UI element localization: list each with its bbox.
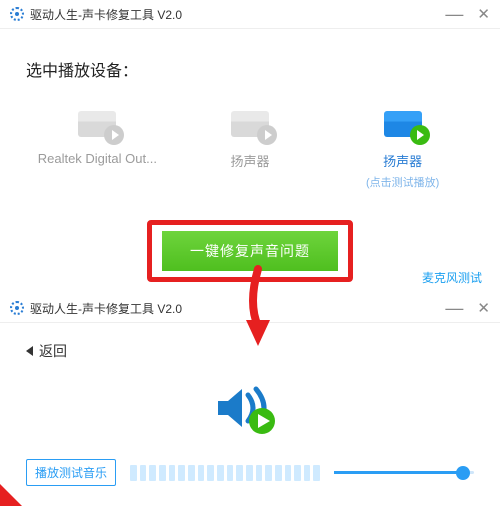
tutorial-highlight: 一键修复声音问题 <box>147 220 353 282</box>
volume-slider[interactable] <box>334 471 474 474</box>
device-sublabel: (点击测试播放) <box>366 174 439 190</box>
play-icon <box>104 125 124 145</box>
play-icon <box>410 125 430 145</box>
section-title: 选中播放设备： <box>26 57 474 81</box>
device-label: Realtek Digital Out... <box>38 151 157 166</box>
device-speaker-active[interactable]: 扬声器 (点击测试播放) <box>331 111 474 190</box>
minimize-button[interactable]: — <box>445 9 463 19</box>
device-icon <box>78 111 116 137</box>
mic-test-link[interactable]: 麦克风测试 <box>422 269 482 286</box>
gear-icon <box>10 301 24 315</box>
tutorial-corner-mark <box>0 484 22 506</box>
gear-icon <box>10 7 24 21</box>
back-button[interactable]: 返回 <box>26 341 474 361</box>
app-title: 驱动人生-声卡修复工具 V2.0 <box>30 6 182 23</box>
minimize-button[interactable]: — <box>445 303 463 313</box>
device-label: 扬声器 <box>231 151 270 170</box>
device-icon <box>384 111 422 137</box>
speaker-playing-icon <box>214 381 286 435</box>
vu-meter <box>130 465 320 481</box>
device-label: 扬声器 <box>383 151 422 170</box>
back-label: 返回 <box>39 341 67 361</box>
volume-thumb[interactable] <box>456 466 470 480</box>
volume-fill <box>334 471 463 474</box>
play-icon <box>257 125 277 145</box>
device-speaker-1[interactable]: 扬声器 <box>179 111 322 190</box>
play-test-music-button[interactable]: 播放测试音乐 <box>26 459 116 486</box>
app-title: 驱动人生-声卡修复工具 V2.0 <box>30 300 182 317</box>
titlebar-2: 驱动人生-声卡修复工具 V2.0 — ✕ <box>0 294 500 322</box>
close-button[interactable]: ✕ <box>477 5 490 23</box>
titlebar-1: 驱动人生-声卡修复工具 V2.0 — ✕ <box>0 0 500 28</box>
device-realtek[interactable]: Realtek Digital Out... <box>26 111 169 190</box>
chevron-left-icon <box>26 346 33 356</box>
close-button[interactable]: ✕ <box>477 299 490 317</box>
fix-sound-button[interactable]: 一键修复声音问题 <box>162 231 338 271</box>
device-icon <box>231 111 269 137</box>
device-list: Realtek Digital Out... 扬声器 扬声器 (点击测试播放) <box>26 111 474 190</box>
